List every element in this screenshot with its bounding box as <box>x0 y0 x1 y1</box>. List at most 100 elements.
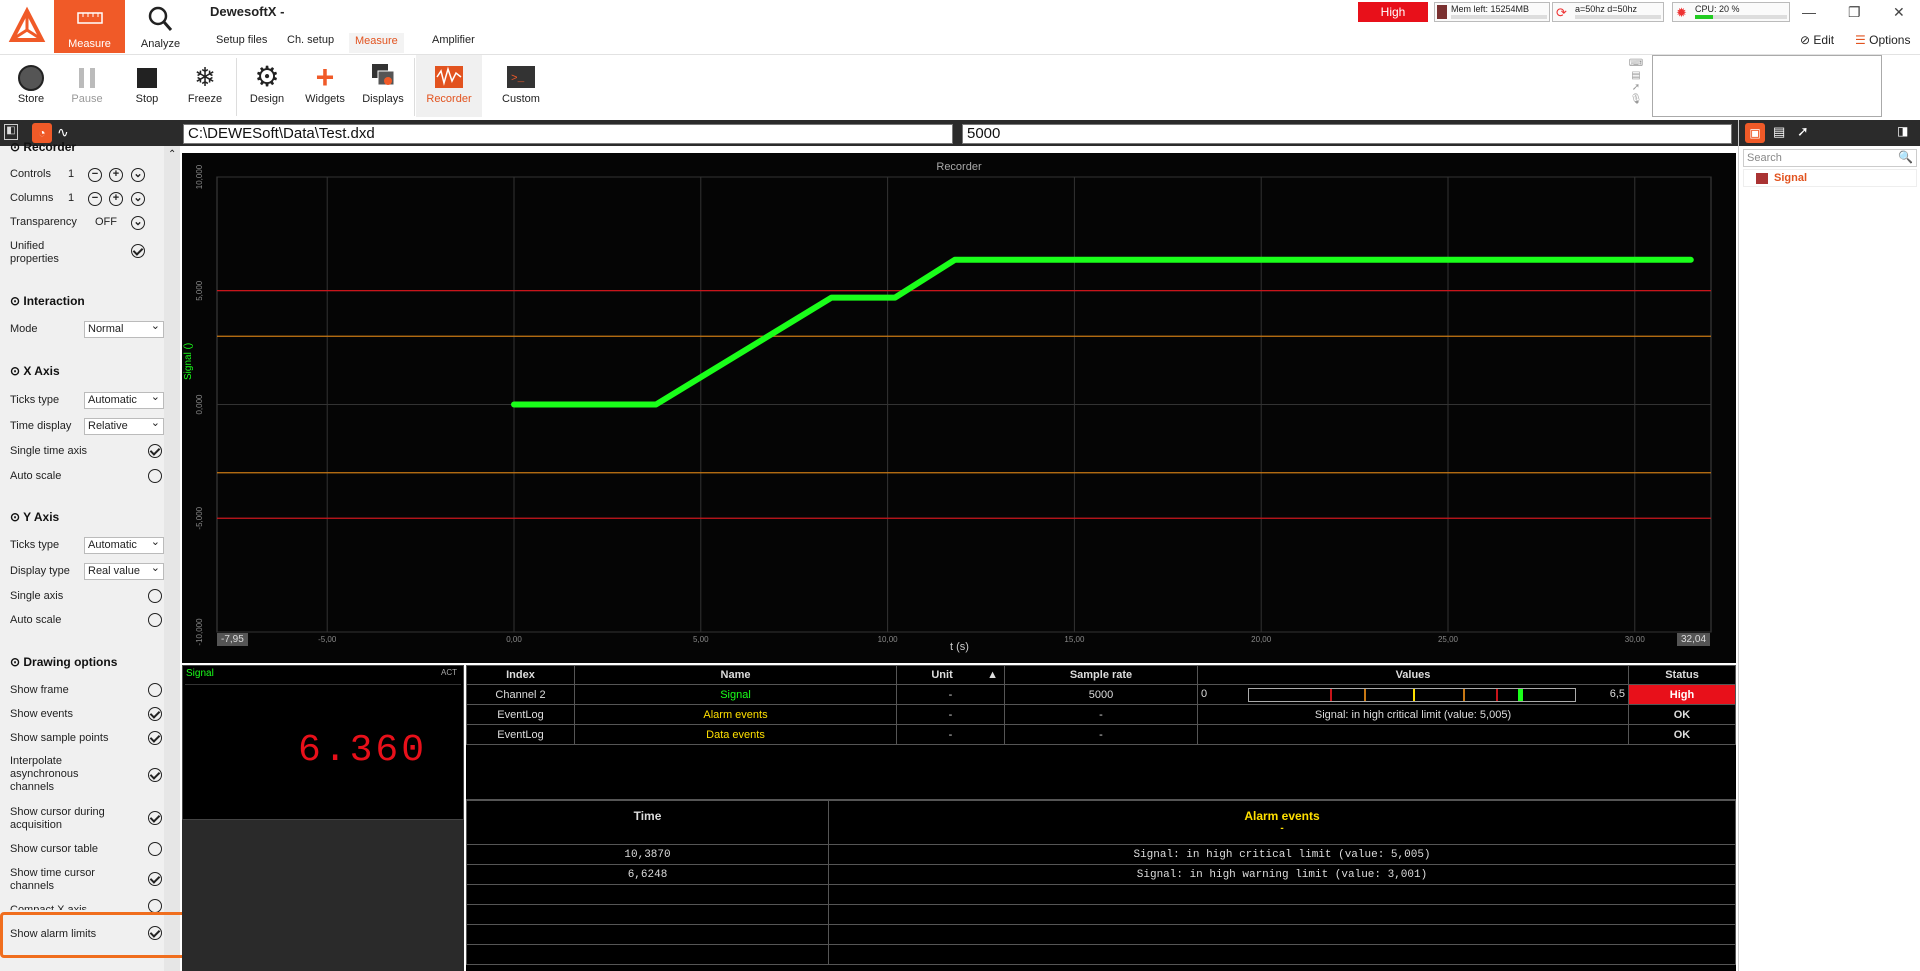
single-time-axis-checkbox[interactable] <box>148 444 162 458</box>
edit-button[interactable]: ⊘ Edit <box>1800 33 1834 47</box>
custom-button[interactable]: >_ Custom <box>488 55 554 117</box>
menu-setup-files[interactable]: Setup files <box>210 33 273 53</box>
freeze-button[interactable]: ❄ Freeze <box>180 55 230 117</box>
x-axis-section-header[interactable]: ⊙ X Axis <box>10 364 60 378</box>
digital-meter-divider <box>185 684 461 685</box>
single-axis-checkbox[interactable] <box>148 589 162 603</box>
keyboard-icon[interactable]: ⌨ <box>1628 58 1644 70</box>
x-tick-label: 20,00 <box>1251 635 1272 644</box>
left-panel-scrollbar[interactable]: ⌃ <box>164 146 180 971</box>
channel-search-field[interactable]: Search 🔍 <box>1743 149 1917 167</box>
x-tick-label: 10,00 <box>878 635 899 644</box>
table-row[interactable]: EventLog Data events - - OK <box>466 724 1736 745</box>
unified-properties-checkbox[interactable] <box>131 244 145 258</box>
columns-minus-icon[interactable]: − <box>88 192 102 206</box>
col-name[interactable]: Name <box>574 665 897 685</box>
sample-value-field[interactable]: 5000 <box>962 124 1732 144</box>
recorder-chart[interactable]: -5,00 0,00 5,00 10,00 15,00 20,00 25,00 30,00 1… <box>182 153 1736 663</box>
drawing-options-section-header[interactable]: ⊙ Drawing options <box>10 655 117 669</box>
controls-minus-icon[interactable]: − <box>88 168 102 182</box>
microphone-icon[interactable]: 🎙 <box>1628 94 1644 106</box>
file-path-field[interactable]: C:\DEWESoft\Data\Test.dxd <box>183 124 953 144</box>
channel-table: Index Name Unit ▲ Sample rate Values Sta… <box>466 665 1736 745</box>
store-button[interactable]: Store <box>6 55 56 117</box>
displays-button[interactable]: Displays <box>358 55 408 117</box>
close-icon[interactable]: ✕ <box>1893 4 1905 21</box>
y-auto-scale-checkbox[interactable] <box>148 613 162 627</box>
col-alarm-events[interactable]: Alarm events - <box>828 800 1736 845</box>
show-time-cursor-checkbox[interactable] <box>148 872 162 886</box>
stop-button[interactable]: Stop <box>122 55 172 117</box>
controls-plus-icon[interactable]: + <box>109 168 123 182</box>
recorder-section-label: Recorder <box>23 140 77 154</box>
recorder-button[interactable]: Recorder <box>416 55 482 117</box>
options-button[interactable]: ☰ Options <box>1855 33 1910 47</box>
table-row[interactable]: 6,6248 Signal: in high warning limit (va… <box>466 864 1736 885</box>
search-icon: 🔍 <box>1898 150 1913 164</box>
col-index[interactable]: Index <box>466 665 575 685</box>
interpolate-async-checkbox[interactable] <box>148 768 162 782</box>
table-row[interactable]: 10,3870 Signal: in high critical limit (… <box>466 844 1736 865</box>
channel-item-signal[interactable]: Signal <box>1743 169 1917 187</box>
terminal-icon: >_ <box>507 66 535 88</box>
table-row[interactable]: EventLog Alarm events - - Signal: in hig… <box>466 704 1736 725</box>
panel-toggle-icon[interactable]: ◧ <box>4 124 18 140</box>
display-type-select[interactable]: Real value <box>84 561 164 580</box>
show-cursor-acquisition-label: Show cursor during acquisition <box>10 806 105 831</box>
columns-dropdown-icon[interactable]: ⌄ <box>131 192 145 206</box>
col-status[interactable]: Status <box>1628 665 1736 685</box>
cpu-indicator: ✹ CPU: 20 % <box>1672 2 1790 22</box>
cursor-icon[interactable]: ➚ <box>1797 123 1809 140</box>
col-sample-rate[interactable]: Sample rate <box>1004 665 1198 685</box>
maximize-icon[interactable]: ❐ <box>1848 4 1861 21</box>
channel-table-widget[interactable]: Index Name Unit ▲ Sample rate Values Sta… <box>466 665 1736 971</box>
x-auto-scale-checkbox[interactable] <box>148 469 162 483</box>
tab-analyze[interactable]: Analyze <box>125 0 196 53</box>
menu-amplifier[interactable]: Amplifier <box>426 33 481 53</box>
controls-dropdown-icon[interactable]: ⌄ <box>131 168 145 182</box>
compact-x-axis-label: Compact X axis <box>10 904 88 910</box>
show-events-checkbox[interactable] <box>148 707 162 721</box>
cell-unit: - <box>896 684 1005 705</box>
y-ticks-type-select[interactable]: Automatic <box>84 535 164 554</box>
columns-value: 1 <box>68 192 75 204</box>
interaction-section-header[interactable]: ⊙ Interaction <box>10 294 85 308</box>
col-values[interactable]: Values <box>1197 665 1629 685</box>
digital-meter[interactable]: Signal ACT 6.360 <box>182 665 464 820</box>
transparency-value[interactable]: OFF <box>95 216 125 228</box>
recorder-section-header[interactable]: ⊙ Recorder <box>10 140 76 154</box>
edit-label: Edit <box>1813 33 1835 47</box>
compact-x-axis-checkbox[interactable] <box>148 899 162 913</box>
show-sample-points-checkbox[interactable] <box>148 731 162 745</box>
widgets-button[interactable]: + Widgets <box>300 55 350 117</box>
folder-icon[interactable]: ▣ <box>1745 123 1765 143</box>
interaction-section-label: Interaction <box>23 294 85 308</box>
col-time[interactable]: Time <box>466 800 829 845</box>
scroll-up-icon[interactable]: ⌃ <box>168 149 176 160</box>
show-frame-checkbox[interactable] <box>148 683 162 697</box>
show-cursor-acquisition-checkbox[interactable] <box>148 811 162 825</box>
pause-button[interactable]: Pause <box>62 55 112 117</box>
tab-measure[interactable]: Measure <box>54 0 125 53</box>
panel-collapse-icon[interactable]: ◨ <box>1897 124 1908 138</box>
pointer-icon[interactable]: ➚ <box>1628 82 1644 94</box>
cell-name: Signal <box>574 684 897 705</box>
time-display-select[interactable]: Relative <box>84 416 164 435</box>
x-ticks-type-select[interactable]: Automatic <box>84 390 164 409</box>
note-icon[interactable]: ▤ <box>1628 70 1644 82</box>
design-button[interactable]: ⚙ Design <box>242 55 292 117</box>
menu-measure[interactable]: Measure <box>349 33 404 53</box>
stop-label: Stop <box>135 93 159 105</box>
col-unit[interactable]: Unit ▲ <box>896 665 1005 685</box>
mode-select[interactable]: Normal <box>84 319 164 338</box>
transparency-dropdown-icon[interactable]: ⌄ <box>131 216 145 230</box>
table-row[interactable]: Channel 2 Signal - 5000 0 6,5 High <box>466 684 1736 705</box>
columns-plus-icon[interactable]: + <box>109 192 123 206</box>
menu-ch-setup[interactable]: Ch. setup <box>281 33 340 53</box>
y-axis-section-header[interactable]: ⊙ Y Axis <box>10 510 59 524</box>
clipboard-icon[interactable]: ▤ <box>1773 124 1785 140</box>
show-cursor-table-checkbox[interactable] <box>148 842 162 856</box>
limit-marker <box>1413 689 1415 701</box>
minimize-icon[interactable]: — <box>1802 4 1816 20</box>
svg-text:>_: >_ <box>511 73 525 85</box>
